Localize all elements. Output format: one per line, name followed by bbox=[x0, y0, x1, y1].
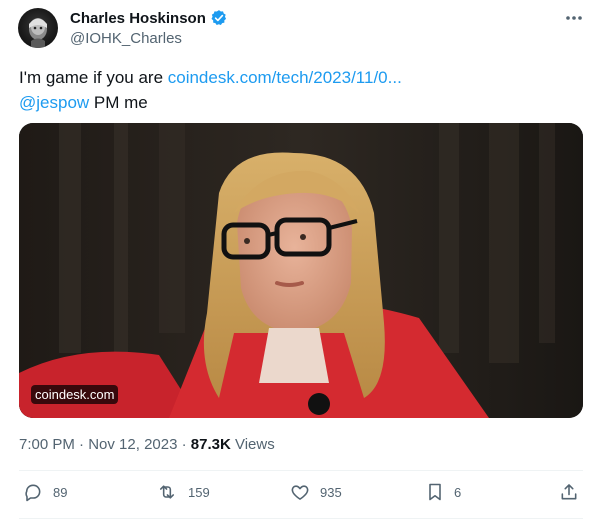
like-count: 935 bbox=[320, 484, 342, 500]
tweet-link[interactable]: coindesk.com/tech/2023/11/0... bbox=[168, 68, 402, 87]
divider-bottom bbox=[19, 518, 583, 519]
avatar[interactable] bbox=[18, 8, 58, 48]
bookmark-button[interactable]: 6 bbox=[426, 482, 461, 502]
tweet-time[interactable]: 7:00 PM bbox=[19, 436, 75, 453]
media-source-label: coindesk.com bbox=[31, 385, 119, 404]
meta-separator-2: · bbox=[181, 436, 187, 453]
more-icon bbox=[566, 16, 582, 20]
media-photo bbox=[19, 123, 583, 418]
tweet-media[interactable]: coindesk.com bbox=[19, 123, 583, 418]
author-name-row[interactable]: Charles Hoskinson bbox=[70, 9, 228, 27]
like-icon bbox=[291, 485, 309, 500]
views-count: 87.3K bbox=[190, 436, 231, 453]
repost-button[interactable]: 159 bbox=[156, 482, 210, 502]
avatar-image bbox=[29, 18, 47, 48]
tweet-line-2: @jespow PM me bbox=[19, 90, 402, 115]
bookmark-count: 6 bbox=[454, 484, 462, 500]
tweet-date[interactable]: Nov 12, 2023 bbox=[88, 436, 177, 453]
tweet-text-suffix: PM me bbox=[89, 93, 148, 112]
meta-separator: · bbox=[79, 436, 85, 453]
tweet-meta: 7:00 PM · Nov 12, 2023 · 87.3K Views bbox=[19, 436, 275, 453]
author-handle[interactable]: @IOHK_Charles bbox=[70, 30, 182, 47]
divider-top bbox=[19, 470, 583, 471]
tweet-line-1: I'm game if you are coindesk.com/tech/20… bbox=[19, 65, 402, 90]
tweet-text: I'm game if you are coindesk.com/tech/20… bbox=[19, 65, 402, 115]
verified-badge-icon bbox=[211, 10, 226, 25]
views-label: Views bbox=[230, 436, 275, 453]
reply-button[interactable]: 89 bbox=[23, 482, 67, 502]
tweet-text-prefix: I'm game if you are bbox=[19, 68, 168, 87]
repost-count: 159 bbox=[188, 484, 210, 500]
bookmark-icon bbox=[429, 483, 441, 501]
share-button[interactable] bbox=[559, 482, 579, 502]
more-options-button[interactable] bbox=[562, 8, 586, 28]
author-name[interactable]: Charles Hoskinson bbox=[70, 10, 206, 27]
reply-count: 89 bbox=[53, 484, 68, 500]
repost-icon bbox=[159, 485, 175, 499]
like-button[interactable]: 935 bbox=[290, 482, 342, 502]
mention-link[interactable]: @jespow bbox=[19, 93, 89, 112]
action-bar: 89 159 935 6 bbox=[19, 474, 583, 516]
share-icon bbox=[561, 484, 577, 500]
reply-icon bbox=[25, 484, 41, 502]
